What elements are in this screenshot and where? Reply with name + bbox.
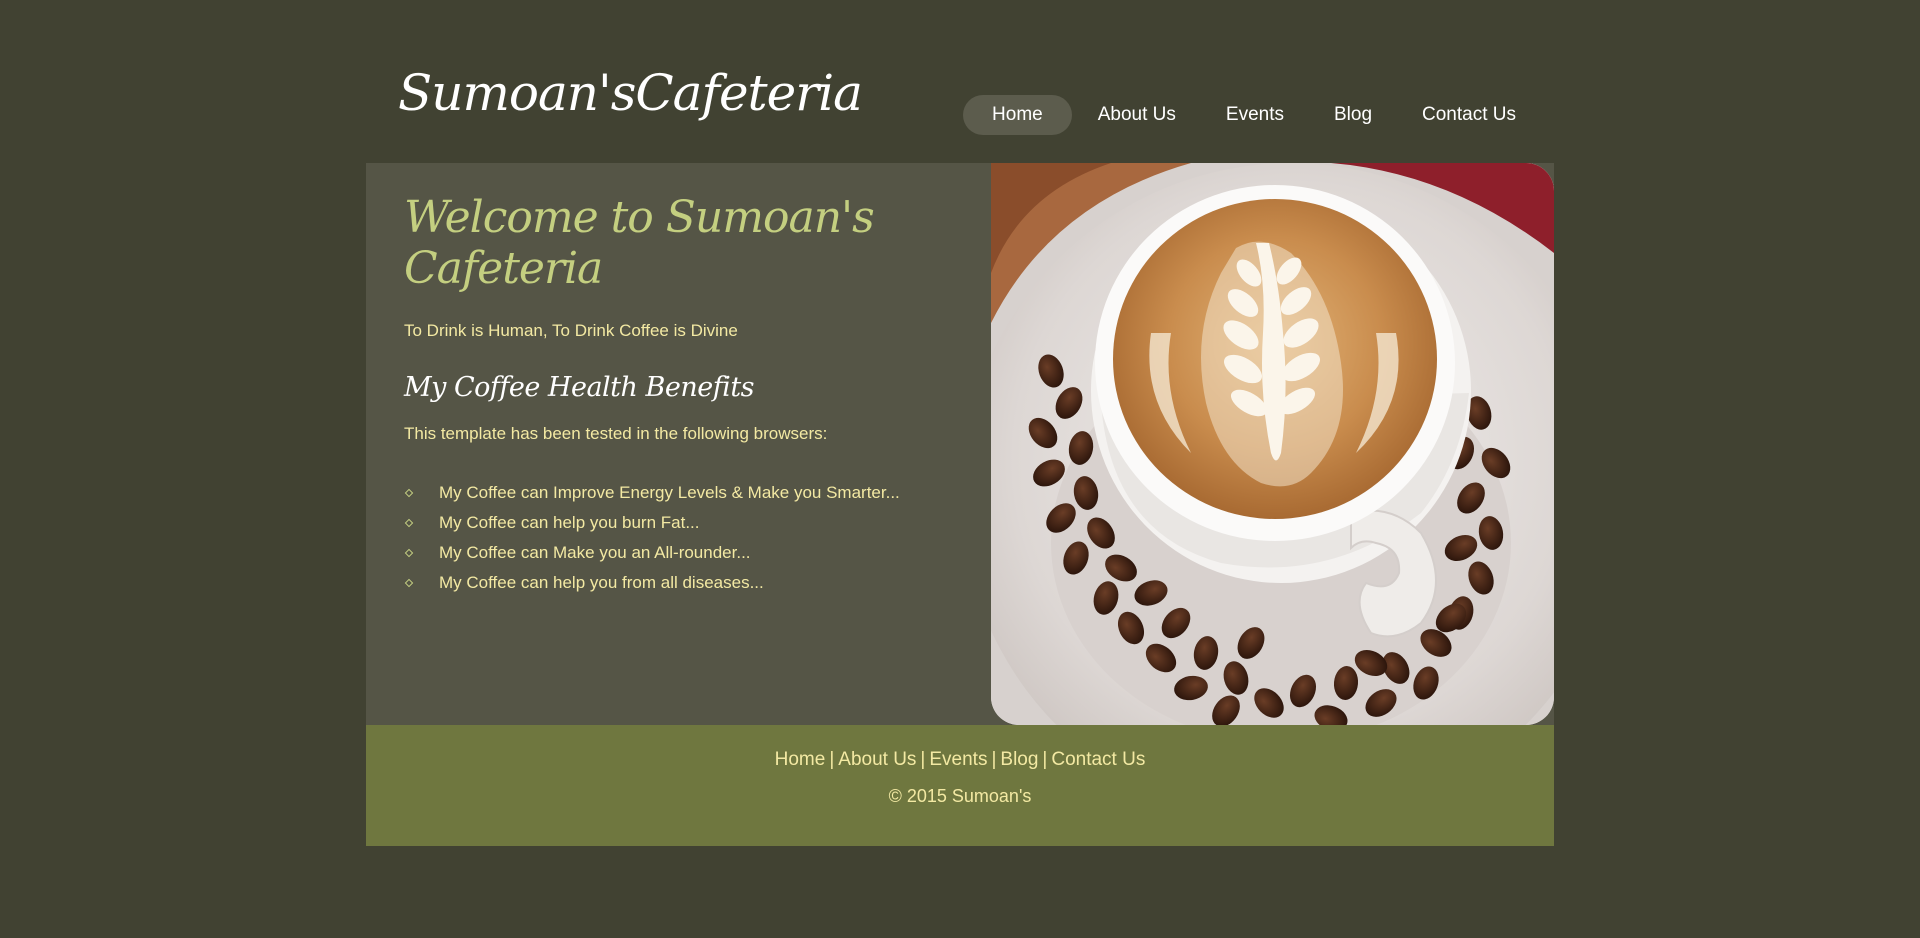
list-item: My Coffee can Improve Energy Levels & Ma… [404, 478, 991, 508]
diamond-bullet-icon [404, 548, 414, 558]
footer-separator: | [1042, 749, 1048, 770]
nav-item-about-us[interactable]: About Us [1074, 95, 1200, 135]
benefit-text: My Coffee can help you burn Fat... [439, 512, 700, 532]
nav-item-blog[interactable]: Blog [1310, 95, 1396, 135]
diamond-bullet-icon [404, 488, 414, 498]
footer-separator: | [920, 749, 926, 770]
diamond-bullet-icon [404, 518, 414, 528]
footer-link-about-us[interactable]: About Us [838, 749, 916, 770]
page-wrapper: Sumoan'sCafeteria Home About Us Events B… [366, 0, 1554, 846]
diamond-bullet-icon [404, 578, 414, 588]
footer-link-blog[interactable]: Blog [1000, 749, 1038, 770]
site-footer: Home | About Us | Events | Blog | Contact Us © 2… [366, 725, 1554, 846]
nav-item-events[interactable]: Events [1202, 95, 1308, 135]
benefit-text: My Coffee can help you from all diseases… [439, 572, 764, 592]
list-item: My Coffee can help you burn Fat... [404, 508, 991, 538]
list-item: My Coffee can Make you an All-rounder... [404, 538, 991, 568]
footer-link-home[interactable]: Home [775, 749, 826, 770]
footer-nav: Home | About Us | Events | Blog | Contact Us [366, 750, 1554, 769]
nav-item-home[interactable]: Home [963, 95, 1072, 135]
coffee-photo [991, 163, 1554, 725]
tagline: To Drink is Human, To Drink Coffee is Di… [404, 321, 738, 341]
footer-separator: | [829, 749, 835, 770]
main-content: Welcome to Sumoan's Cafeteria To Drink i… [366, 163, 1554, 725]
footer-separator: | [991, 749, 997, 770]
benefits-heading: My Coffee Health Benefits [404, 372, 755, 404]
welcome-title: Welcome to Sumoan's Cafeteria [404, 192, 875, 294]
footer-link-contact-us[interactable]: Contact Us [1051, 749, 1145, 770]
benefits-list: My Coffee can Improve Energy Levels & Ma… [404, 478, 991, 598]
site-logo[interactable]: Sumoan'sCafeteria [398, 68, 863, 118]
list-item: My Coffee can help you from all diseases… [404, 568, 991, 598]
content-text-column: Welcome to Sumoan's Cafeteria To Drink i… [366, 163, 991, 725]
benefit-text: My Coffee can Make you an All-rounder... [439, 542, 751, 562]
footer-link-events[interactable]: Events [929, 749, 987, 770]
nav-item-contact-us[interactable]: Contact Us [1398, 95, 1540, 135]
benefit-text: My Coffee can Improve Energy Levels & Ma… [439, 482, 900, 502]
site-header: Sumoan'sCafeteria Home About Us Events B… [366, 0, 1554, 163]
intro-text: This template has been tested in the fol… [404, 423, 828, 443]
coffee-cup-illustration [991, 163, 1554, 725]
copyright-text: © 2015 Sumoan's [888, 786, 1032, 806]
main-nav: Home About Us Events Blog Contact Us [961, 95, 1540, 135]
